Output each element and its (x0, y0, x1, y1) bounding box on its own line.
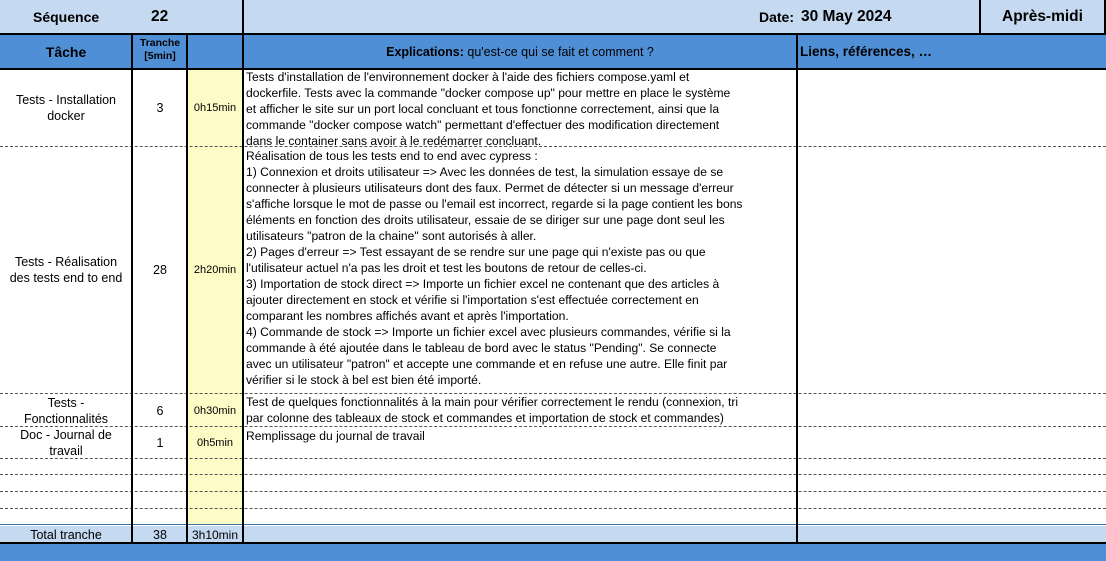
tranche-cell: 28 (153, 263, 167, 277)
grid-line (131, 34, 133, 543)
text-line: l'utilisateur actuel n'a pas les droit e… (246, 261, 647, 275)
header-task: Tâche (45, 44, 87, 60)
task-line: Tests - Réalisation (14, 255, 118, 269)
text-line: éléments en fonction des droits utilisat… (246, 213, 725, 227)
total-tranche: 38 (153, 527, 167, 542)
tranche-cell: 1 (156, 436, 164, 450)
row-separator (0, 458, 1106, 459)
period-label: Après-midi (1002, 8, 1083, 25)
text-line: par colonne des tableaux de stock et com… (246, 411, 724, 425)
date-label: Date: (759, 9, 795, 25)
total-label: Total tranche (30, 527, 102, 542)
text-line: comparant les nombres affichés avant et … (246, 309, 569, 323)
row-separator (0, 393, 1106, 394)
task-cell: Tests - Réalisation des tests end to end (0, 147, 132, 393)
grid-line (796, 34, 798, 543)
text-line: Test de quelques fonctionnalités à la ma… (246, 395, 739, 409)
header-explications-bold: Explications: (386, 45, 464, 59)
task-cell: Tests - Fonctionnalités (0, 394, 132, 427)
text-line: dockerfile. Tests avec la commande "dock… (246, 86, 731, 100)
text-line: Réalisation de tous les tests end to end… (246, 149, 538, 163)
grid-line (0, 33, 1106, 35)
grid-line (979, 0, 981, 34)
explication-cell: Réalisation de tous les tests end to end… (244, 148, 797, 393)
text-line: 3) Importation de stock direct => Import… (246, 277, 720, 291)
date-value: 30 May 2024 (801, 8, 892, 25)
text-line: Tests d'installation de l'environnement … (246, 70, 690, 84)
text-line: commande à été ajoutée dans le tableau d… (246, 341, 717, 355)
task-line: des tests end to end (9, 271, 123, 285)
text-line: et afficher le site sur un port local co… (246, 102, 720, 116)
row-separator (0, 426, 1106, 427)
grid-line (186, 34, 188, 543)
task-line: Tests - (47, 395, 85, 410)
footer-bar (0, 543, 1106, 561)
total-duration: 3h10min (191, 527, 239, 542)
text-line: connecter à plusieurs utilisateurs dont … (246, 181, 734, 195)
row-separator (0, 508, 1106, 509)
grid-line (0, 542, 1106, 544)
text-line: 1) Connexion et droits utilisateur => Av… (246, 165, 724, 179)
row-separator (0, 474, 1106, 475)
task-line: Doc - Journal de (20, 428, 112, 442)
duration-cell: 0h5min (196, 437, 234, 449)
task-cell: Tests - Installation docker (0, 69, 132, 146)
explication-cell: Test de quelques fonctionnalités à la ma… (244, 394, 797, 427)
task-line: Fonctionnalités (23, 411, 109, 426)
grid-line (242, 0, 244, 543)
duration-cell: 0h30min (193, 404, 237, 417)
text-line: avec un utilisateur "patron" et accepte … (246, 357, 728, 371)
sequence-value: 22 (151, 8, 169, 25)
tranche-cell: 3 (156, 100, 164, 115)
task-cell: Doc - Journal de travail (0, 427, 132, 459)
header-tranche: Tranche [5min] (133, 37, 187, 63)
text-line: Remplissage du journal de travail (246, 429, 425, 443)
header-links: Liens, références, … (800, 44, 933, 59)
sequence-label: Séquence (33, 9, 100, 25)
header-explications-rest: qu'est-ce qui se fait et comment ? (463, 45, 654, 59)
row-separator (0, 491, 1106, 492)
grid-line (0, 524, 1106, 525)
grid-line (0, 68, 1106, 70)
text-line: 2) Pages d'erreur => Test essayant de se… (246, 245, 706, 259)
text-line: ajouter directement en stock et vérifie … (246, 293, 699, 307)
duration-cell: 0h15min (193, 101, 237, 114)
row-separator (0, 146, 1106, 147)
text-line: commande "docker compose watch" permetta… (246, 118, 720, 132)
text-line: 4) Commande de stock => Importe un fichi… (246, 325, 731, 339)
task-line: docker (47, 108, 85, 123)
text-line: s'affiche lorsque le mot de passe ou l'e… (246, 197, 743, 211)
explication-cell: Remplissage du journal de travail (244, 428, 797, 458)
explication-cell: Tests d'installation de l'environnement … (244, 69, 797, 147)
task-line: Tests - Installation (15, 92, 117, 107)
header-tranche-line2: [5min] (144, 50, 176, 62)
tranche-cell: 6 (156, 403, 164, 418)
text-line: utilisateurs "patron de la chaine" sont … (246, 229, 537, 243)
header-tranche-line1: Tranche (139, 37, 181, 49)
text-line: vérifier si le stock à bel est bien été … (246, 373, 482, 387)
header-explications: Explications: qu'est-ce qui se fait et c… (244, 36, 796, 68)
task-line: travail (49, 444, 83, 458)
text-line: dans le container sans avoir à le redéma… (246, 134, 542, 147)
duration-cell: 2h20min (193, 264, 237, 276)
